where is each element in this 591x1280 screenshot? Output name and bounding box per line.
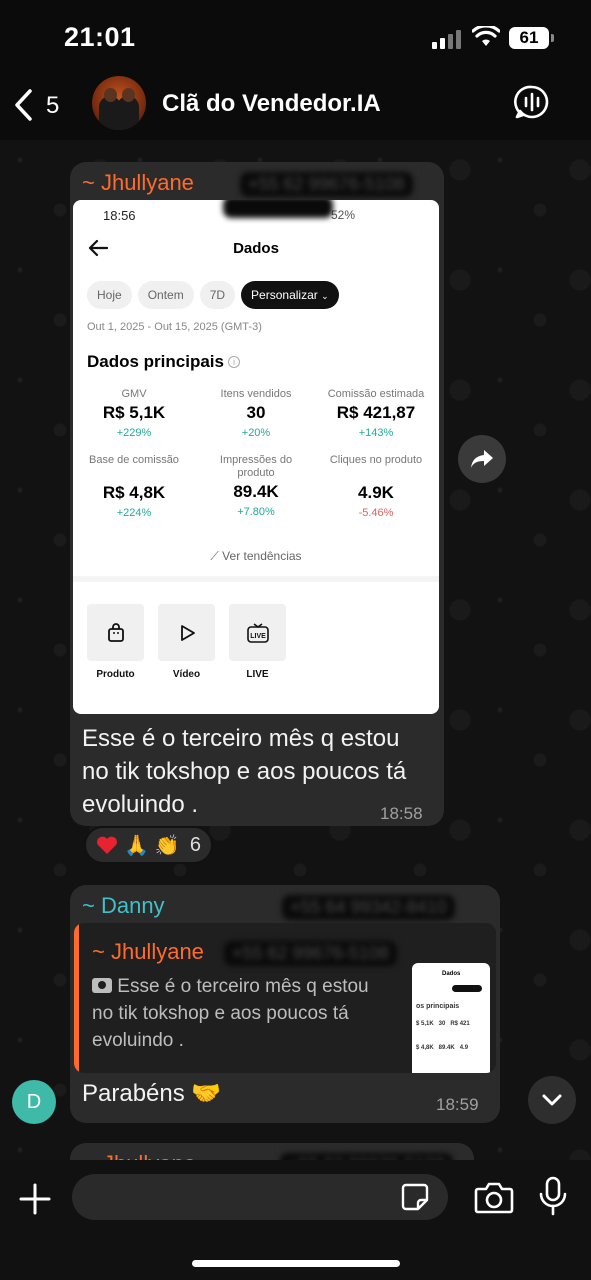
group-title[interactable]: Clã do Vendedor.IA: [162, 90, 381, 118]
unread-count[interactable]: 5: [46, 92, 59, 120]
trend-link-label: Ver tendências: [222, 549, 302, 563]
plus-icon[interactable]: [18, 1182, 52, 1216]
microphone-icon[interactable]: [538, 1176, 568, 1216]
shopping-bag-icon: [107, 622, 124, 642]
praying-hands-icon: 🙏: [124, 834, 149, 857]
status-bar: 21:01 61: [0, 0, 591, 70]
quoted-message[interactable]: ~ Jhullyane +55 62 99676-5108 Esse é o t…: [74, 923, 496, 1073]
screenshot-title: Dados: [233, 240, 279, 257]
metric-value: 89.4K: [233, 482, 279, 501]
status-time: 21:01: [64, 22, 136, 52]
chip-hoje: Hoje: [87, 281, 132, 309]
quote-bar: [74, 923, 79, 1073]
section-divider: [73, 576, 439, 582]
voice-chat-icon[interactable]: [514, 84, 550, 120]
tool-produto: Produto: [87, 604, 144, 680]
metric-delta: +20%: [241, 427, 271, 439]
reactions-bar[interactable]: 🙏 👏 6: [84, 826, 213, 864]
scroll-to-bottom-button[interactable]: [528, 1076, 576, 1124]
message-time: 18:58: [380, 804, 423, 823]
metric-value: 4.9K: [358, 483, 394, 502]
screenshot-battery: 52%: [331, 208, 356, 222]
sticker-icon[interactable]: [400, 1182, 430, 1212]
screenshot-time: 18:56: [103, 208, 136, 223]
play-icon: [180, 624, 195, 641]
message-input[interactable]: [72, 1174, 448, 1220]
tool-video: Vídeo: [158, 604, 215, 680]
redaction-mark: [223, 200, 333, 218]
quoted-text: Esse é o terceiro mês q estou no tik tok…: [92, 973, 392, 1054]
metric-label: GMV: [121, 388, 147, 400]
shared-image[interactable]: 18:56 52% Dados Hoje Ontem 7D Personaliz…: [73, 200, 439, 714]
metric-value: R$ 5,1K: [102, 403, 166, 422]
quoted-sender: ~ Jhullyane: [92, 939, 204, 964]
sender-name[interactable]: ~ Danny: [82, 893, 165, 919]
sender-avatar[interactable]: D: [12, 1080, 56, 1124]
forward-button[interactable]: [458, 435, 506, 483]
live-tv-icon: LIVE: [246, 622, 269, 643]
tool-label: LIVE: [246, 669, 269, 680]
chevron-down-icon: [542, 1094, 562, 1106]
clapping-hands-icon: 👏: [154, 834, 180, 857]
metric-value: R$ 421,87: [336, 403, 416, 422]
metric-value: 30: [246, 403, 266, 422]
chat-header: 5 Clã do Vendedor.IA: [0, 70, 591, 140]
date-filter-chips: Hoje Ontem 7D Personalizar ⌄: [87, 281, 339, 309]
message-time: 18:59: [436, 1095, 479, 1114]
heart-emoji-icon: [97, 836, 117, 854]
message-text: Parabéns 🤝: [82, 1080, 222, 1107]
metric-items-sold: Itens vendidos 30 +20%: [197, 388, 315, 439]
wifi-icon: [472, 26, 500, 46]
camera-small-icon: [92, 978, 112, 993]
message-bubble[interactable]: ~ Jhullyane +55 62 99676-5108 18:56 52% …: [70, 162, 444, 826]
chip-ontem: Ontem: [137, 281, 194, 309]
trend-link: ⟋ Ver tendências: [73, 549, 439, 564]
tool-label: Vídeo: [172, 669, 201, 680]
trend-chart-icon: ⟋: [210, 549, 219, 563]
quoted-image-thumbnail: Dados os principais $ 5,1K 30 R$ 421 $ 4…: [412, 963, 490, 1073]
metric-label: Cliques no produto: [329, 454, 423, 466]
forward-arrow-icon: [471, 450, 493, 468]
metric-delta: +143%: [358, 427, 394, 439]
tool-live: LIVE LIVE: [229, 604, 286, 680]
battery-indicator: 61: [509, 27, 554, 49]
back-chevron-icon[interactable]: [12, 88, 36, 122]
camera-icon[interactable]: [474, 1180, 514, 1214]
chip-7d: 7D: [199, 281, 236, 309]
chevron-down-icon: ⌄: [321, 291, 329, 301]
metric-label: Comissão estimada: [327, 388, 425, 400]
metric-gmv: GMV R$ 5,1K +229%: [75, 388, 193, 439]
metric-value: R$ 4,8K: [102, 483, 166, 502]
info-icon: i: [227, 356, 240, 368]
chip-personalizar-label: Personalizar: [251, 288, 318, 302]
group-avatar[interactable]: [92, 76, 146, 130]
metric-label: Base de comissão: [89, 454, 179, 466]
metric-commission: Comissão estimada R$ 421,87 +143%: [314, 388, 438, 439]
metric-delta: -5.46%: [358, 507, 394, 519]
reactions-count: 6: [189, 833, 201, 856]
metric-delta: +224%: [116, 507, 152, 519]
cellular-signal-icon: [432, 30, 461, 49]
message-bubble[interactable]: ~ Danny +55 64 99342-8410 ~ Jhullyane +5…: [70, 885, 500, 1123]
metric-commission-base: Base de comissão R$ 4,8K +224%: [75, 454, 193, 519]
metric-impressions: Impressões do produto 89.4K +7.80%: [197, 454, 315, 518]
date-range: Out 1, 2025 - Out 15, 2025 (GMT-3): [87, 321, 262, 333]
metric-label: Impressões do produto: [219, 454, 293, 479]
sender-number: +55 62 99676-5108: [240, 172, 413, 197]
metric-delta: +229%: [116, 427, 152, 439]
chip-personalizar: Personalizar ⌄: [241, 281, 339, 309]
quoted-text-body: Esse é o terceiro mês q estou no tik tok…: [92, 976, 369, 1051]
svg-text:LIVE: LIVE: [250, 633, 266, 640]
quoted-sender-number: +55 62 99676-5108: [224, 941, 397, 966]
metric-label: Itens vendidos: [220, 388, 292, 400]
metric-delta: +7.80%: [237, 506, 275, 518]
tool-label: Produto: [96, 669, 135, 680]
metric-clicks: Cliques no produto 4.9K -5.46%: [314, 454, 438, 519]
sender-name[interactable]: ~ Jhullyane: [82, 170, 194, 196]
composer-bar: [0, 1160, 591, 1280]
sender-number: +55 64 99342-8410: [282, 895, 455, 920]
home-indicator: [192, 1260, 400, 1267]
section-heading: Dados principais i: [87, 352, 240, 372]
heading-text: Dados principais: [87, 352, 224, 371]
